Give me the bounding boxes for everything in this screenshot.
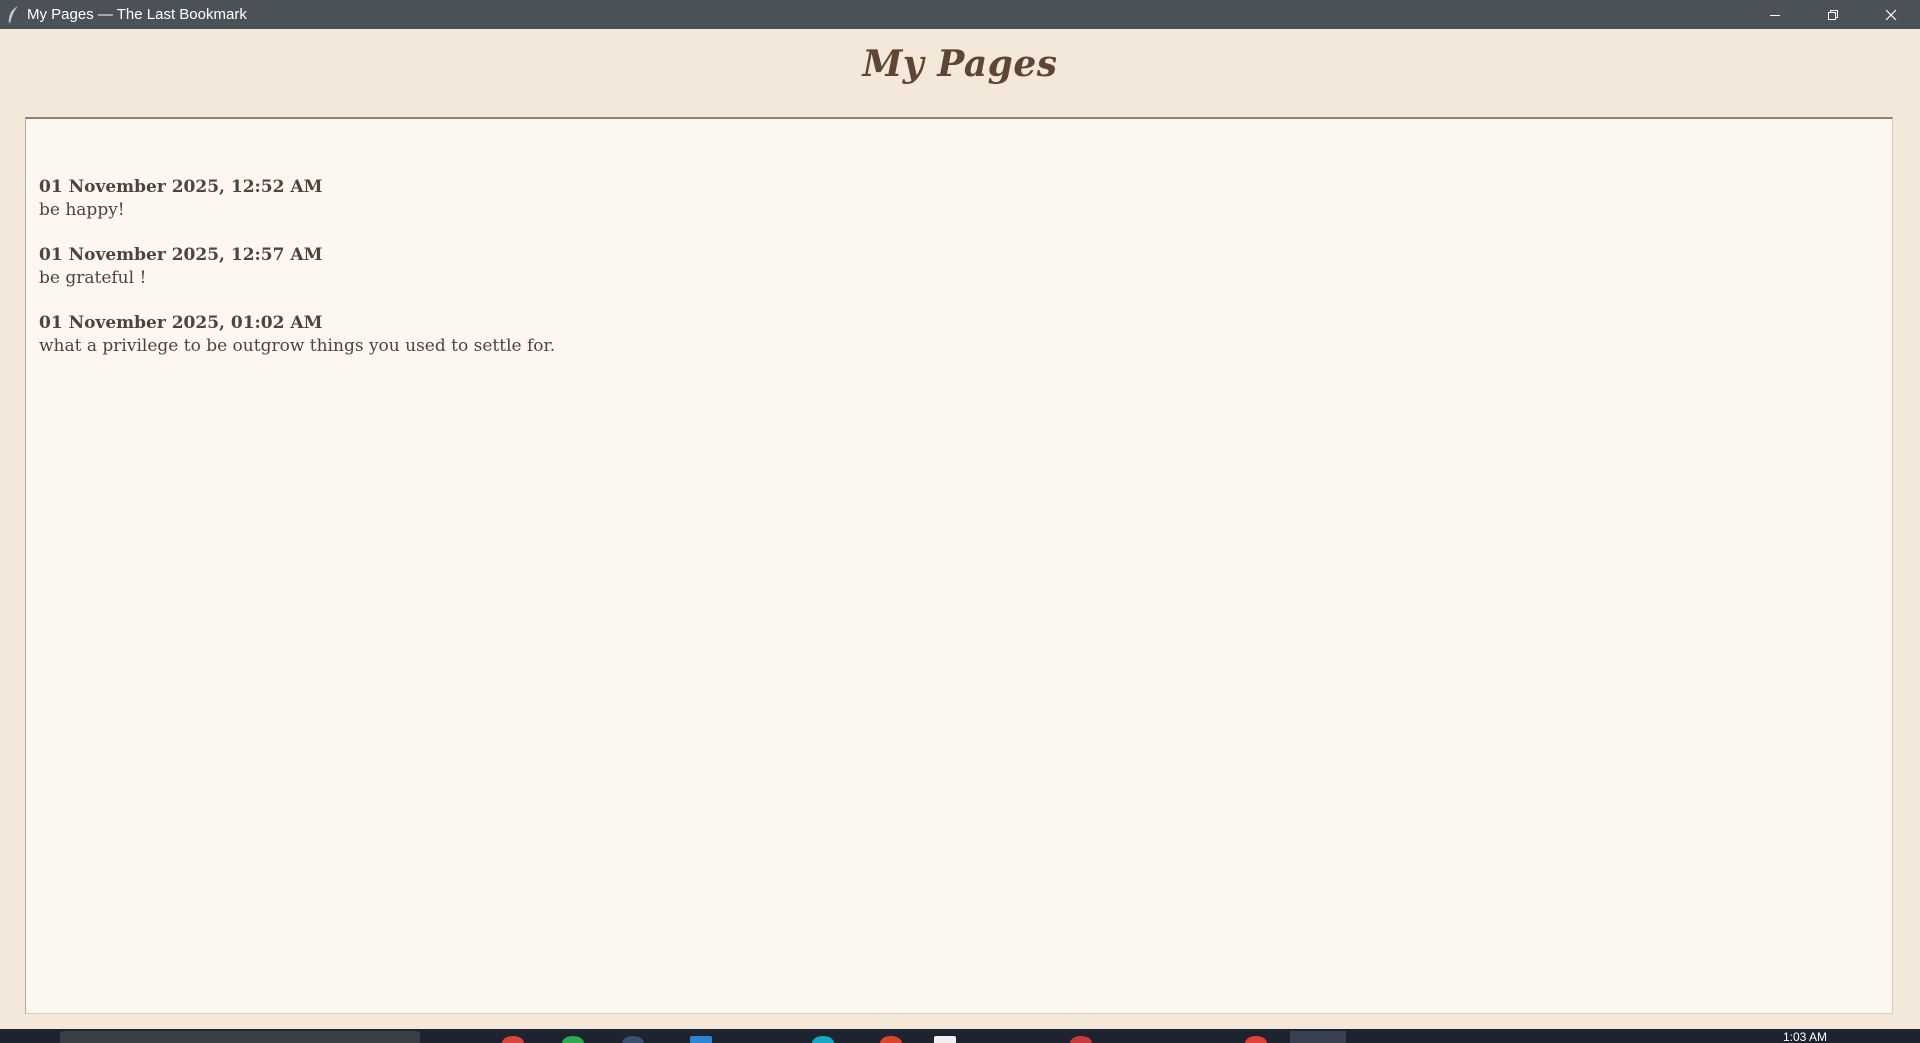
taskbar-app-icon[interactable] [502,1036,524,1043]
taskbar-app-icon[interactable] [880,1036,902,1043]
restore-icon [1828,9,1838,20]
window-titlebar: My Pages — The Last Bookmark [0,0,1920,29]
close-icon [1885,9,1897,20]
window-controls [1746,0,1920,29]
entry-text: be happy! [39,200,125,220]
taskbar-app-icon[interactable] [690,1036,712,1043]
minimize-icon [1770,14,1780,16]
taskbar: 1:03 AM [0,1029,1920,1043]
window-body: My Pages 01 November 2025, 12:52 AM be h… [0,29,1920,1029]
entry-date: 01 November 2025, 12:52 AM [39,177,323,197]
quill-feather-icon [2,0,24,29]
taskbar-app-icon[interactable] [1245,1036,1267,1043]
taskbar-active-app[interactable] [1290,1031,1346,1043]
list-item: 01 November 2025, 01:02 AM what a privil… [39,312,555,358]
minimize-button[interactable] [1746,0,1804,29]
window-title: My Pages — The Last Bookmark [27,6,247,23]
entry-date: 01 November 2025, 12:57 AM [39,245,323,265]
taskbar-app-icon[interactable] [1070,1036,1092,1043]
list-item: 01 November 2025, 12:57 AM be grateful ! [39,244,555,290]
entry-text: what a privilege to be outgrow things yo… [39,336,556,356]
taskbar-app-icon[interactable] [934,1036,956,1043]
taskbar-app-icon[interactable] [812,1036,834,1043]
restore-button[interactable] [1804,0,1862,29]
page-title: My Pages [862,43,1058,85]
taskbar-app-icon[interactable] [562,1036,584,1043]
list-item: 01 November 2025, 12:52 AM be happy! [39,176,555,222]
entry-text: be grateful ! [39,268,147,288]
entries-panel[interactable]: 01 November 2025, 12:52 AM be happy! 01 … [25,117,1893,1014]
taskbar-app-icon[interactable] [622,1036,644,1043]
entry-date: 01 November 2025, 01:02 AM [39,313,323,333]
taskbar-search-box[interactable] [60,1031,420,1043]
entries-list: 01 November 2025, 12:52 AM be happy! 01 … [39,176,555,380]
close-button[interactable] [1862,0,1920,29]
taskbar-clock[interactable]: 1:03 AM [1783,1031,1827,1043]
